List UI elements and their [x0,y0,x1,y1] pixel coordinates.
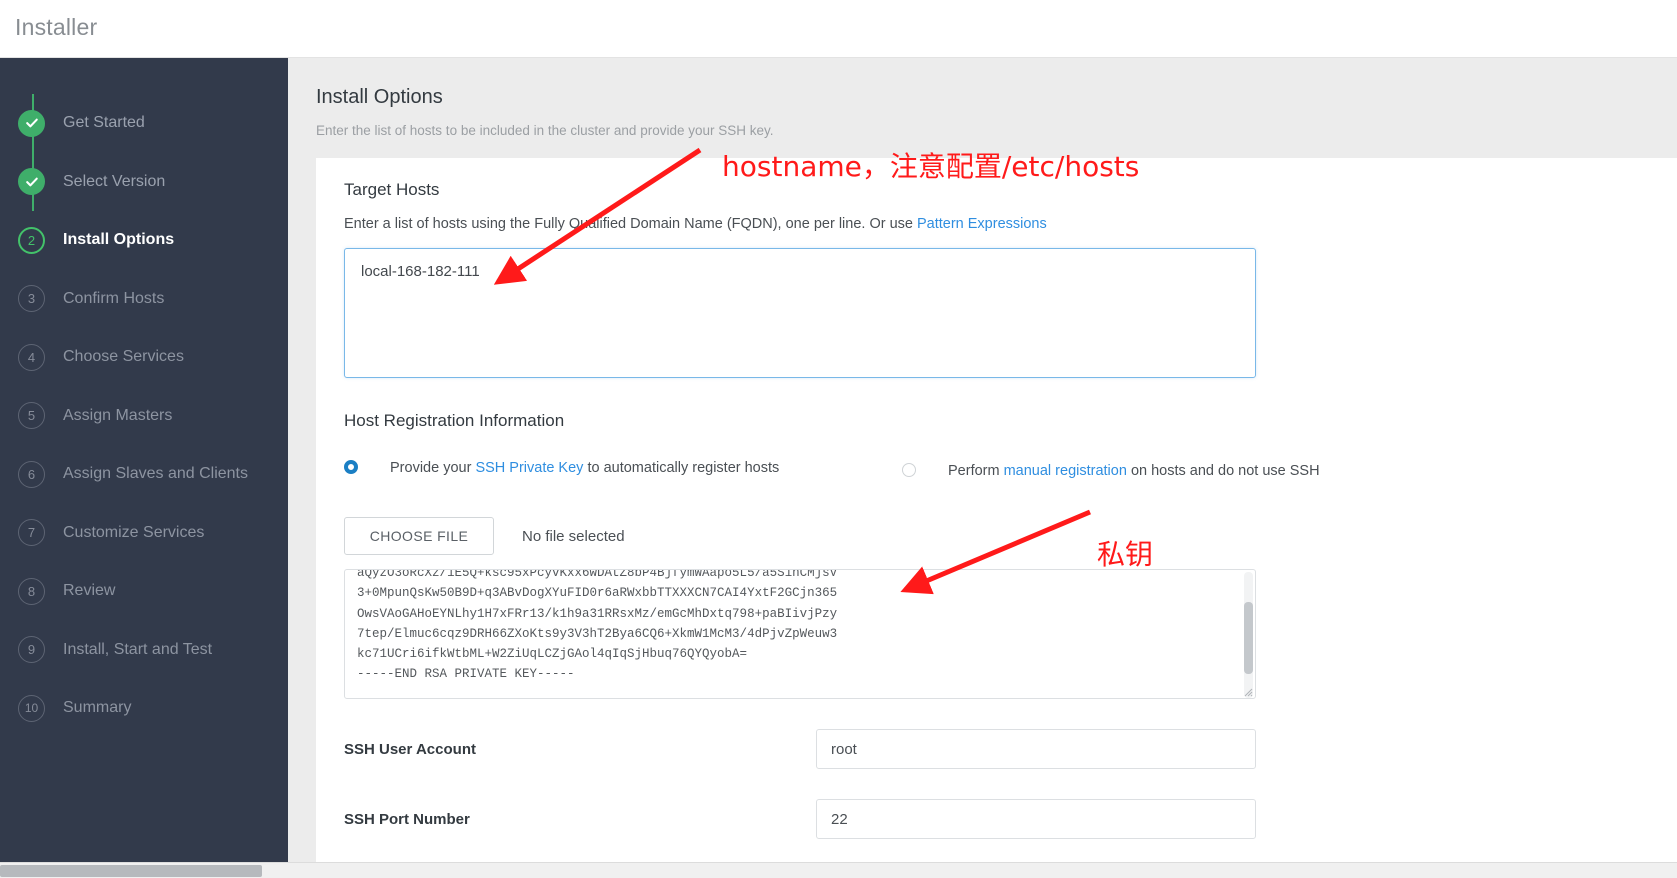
horizontal-scrollbar-thumb[interactable] [0,865,262,877]
ssh-private-key-text: aQyzO3oRcXz/1E5Q+ksc95xPcyvKxx6wDAtZ8bP4… [357,569,838,682]
manual-registration-link[interactable]: manual registration [1004,463,1127,479]
step-label: Customize Services [63,523,205,541]
main-content: Install Options Enter the list of hosts … [288,58,1677,878]
page-title: Install Options [316,86,443,108]
manual-label-post: on hosts and do not use SSH [1126,463,1320,479]
manual-registration-radio[interactable] [902,463,916,477]
sidebar-step-assign-masters[interactable]: 5 Assign Masters [0,387,288,446]
ssh-key-option-label: Provide your SSH Private Key to automati… [390,457,779,479]
registration-method-group: Provide your SSH Private Key to automati… [344,457,1649,509]
check-icon [25,118,38,128]
step-label: Install Options [63,231,175,249]
step-marker: 6 [18,460,45,488]
sidebar-step-summary[interactable]: 10 Summary [0,679,288,738]
step-label: Assign Slaves and Clients [63,465,248,483]
horizontal-scrollbar[interactable] [0,862,1677,878]
check-icon [25,177,38,187]
ssh-key-label-pre: Provide your [390,460,476,476]
install-options-card: Target Hosts Enter a list of hosts using… [316,158,1677,878]
ssh-key-label-post: to automatically register hosts [583,460,780,476]
sidebar-step-install-options[interactable]: 2 Install Options [0,211,288,270]
sidebar-step-review[interactable]: 8 Review [0,562,288,621]
manual-label-pre: Perform [948,463,1004,479]
step-label: Review [63,582,116,600]
ssh-user-label: SSH User Account [344,740,476,758]
ssh-private-key-link[interactable]: SSH Private Key [475,460,583,476]
step-label: Summary [63,699,132,717]
step-label: Assign Masters [63,406,173,424]
step-label: Install, Start and Test [63,640,213,658]
sidebar-step-install-start-and-test[interactable]: 9 Install, Start and Test [0,621,288,680]
sidebar-step-get-started[interactable]: Get Started [0,94,288,153]
step-marker: 7 [18,519,45,547]
step-marker: 5 [18,402,45,430]
target-hosts-title: Target Hosts [344,180,440,199]
step-marker: 9 [18,636,45,664]
sidebar-step-assign-slaves-and-clients[interactable]: 6 Assign Slaves and Clients [0,445,288,504]
step-marker: 2 [18,226,45,254]
ssh-user-input[interactable] [816,729,1256,769]
ssh-port-label: SSH Port Number [344,810,470,828]
ssh-key-scrollbar-thumb[interactable] [1244,602,1253,674]
installer-window: Installer Get Started Select Version 2 Inst… [0,0,1677,878]
step-label: Select Version [63,172,166,190]
step-marker: 8 [18,577,45,605]
file-chooser-row: CHOOSE FILE No file selected [344,517,1649,555]
step-marker: 4 [18,343,45,371]
step-marker: 3 [18,285,45,313]
window-titlebar: Installer [0,0,1677,58]
ssh-private-key-textarea[interactable]: aQyzO3oRcXz/1E5Q+ksc95xPcyvKxx6wDAtZ8bP4… [344,569,1256,699]
target-hosts-description: Enter a list of hosts using the Fully Qu… [344,216,1649,232]
step-label: Choose Services [63,348,184,366]
page-subtitle: Enter the list of hosts to be included i… [316,123,774,138]
wizard-sidebar: Get Started Select Version 2 Install Option… [0,58,288,878]
target-hosts-input[interactable] [344,248,1256,378]
wizard-step-list: Get Started Select Version 2 Install Option… [0,94,288,738]
host-registration-title: Host Registration Information [344,411,565,430]
step-label: Confirm Hosts [63,289,165,307]
ssh-port-input[interactable] [816,799,1256,839]
choose-file-button[interactable]: CHOOSE FILE [344,517,494,555]
step-marker [18,109,45,137]
ssh-key-option[interactable]: Provide your SSH Private Key to automati… [344,457,814,479]
target-hosts-desc-text: Enter a list of hosts using the Fully Qu… [344,216,917,232]
sidebar-step-select-version[interactable]: Select Version [0,153,288,212]
ssh-key-radio[interactable] [344,460,358,474]
sidebar-step-choose-services[interactable]: 4 Choose Services [0,328,288,387]
ssh-port-row: SSH Port Number [344,799,1649,839]
manual-registration-option-label: Perform manual registration on hosts and… [948,460,1320,482]
step-marker [18,168,45,196]
resize-grip-icon[interactable] [1243,687,1253,697]
ssh-user-row: SSH User Account [344,729,1649,769]
sidebar-step-confirm-hosts[interactable]: 3 Confirm Hosts [0,270,288,329]
file-status-label: No file selected [522,527,625,545]
page-header: Install Options Enter the list of hosts … [316,86,774,138]
step-label: Get Started [63,114,145,132]
app-title: Installer [15,14,98,40]
manual-registration-option[interactable]: Perform manual registration on hosts and… [902,460,1522,482]
sidebar-step-customize-services[interactable]: 7 Customize Services [0,504,288,563]
pattern-expressions-link[interactable]: Pattern Expressions [917,216,1047,232]
step-marker: 10 [18,694,45,722]
